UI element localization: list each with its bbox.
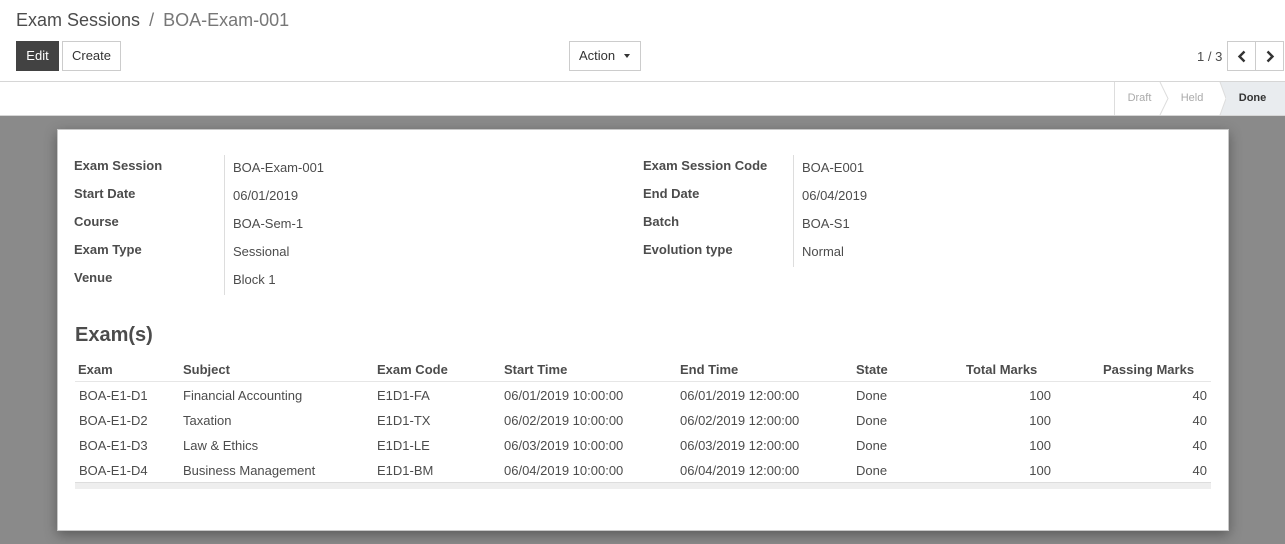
chevron-left-icon (1237, 50, 1246, 63)
venue-value[interactable]: Block 1 (233, 272, 276, 287)
cell-end-time: 06/03/2019 12:00:00 (680, 438, 800, 453)
field-separator (793, 155, 794, 267)
stage-arrow-divider (1214, 82, 1226, 115)
exam-session-value: BOA-Exam-001 (233, 160, 325, 175)
exam-session-code-value: BOA-E001 (802, 160, 865, 175)
column-header-state[interactable]: State (856, 362, 888, 377)
end-date-label: End Date (643, 186, 700, 201)
cell-state: Done (856, 463, 888, 478)
table-row[interactable]: BOA-E1-D4 Business Management E1D1-BM 06… (75, 457, 1211, 482)
cell-exam-code: E1D1-BM (377, 463, 434, 478)
cell-subject: Taxation (183, 413, 232, 428)
evolution-type-value: Normal (802, 244, 844, 259)
cell-state: Done (856, 413, 888, 428)
edit-button[interactable]: Edit (16, 41, 59, 71)
cell-start-time: 06/02/2019 10:00:00 (504, 413, 624, 428)
batch-value[interactable]: BOA-S1 (802, 216, 850, 231)
column-header-exam-code[interactable]: Exam Code (377, 362, 448, 377)
cell-exam-code: E1D1-FA (377, 388, 430, 403)
cell-exam-code: E1D1-TX (377, 413, 431, 428)
cell-passing-marks: 40 (1192, 463, 1207, 478)
stage-arrow-divider (1159, 82, 1169, 115)
cell-passing-marks: 40 (1192, 388, 1207, 403)
cell-subject: Business Management (183, 463, 316, 478)
pager-value[interactable]: 1 / 3 (1197, 49, 1222, 64)
venue-label: Venue (74, 270, 113, 285)
field-separator (224, 155, 225, 295)
cell-passing-marks: 40 (1192, 438, 1207, 453)
cell-total-marks: 100 (1029, 413, 1051, 428)
cell-state: Done (856, 388, 888, 403)
cell-exam-code: E1D1-LE (377, 438, 430, 453)
caret-down-icon (624, 54, 630, 58)
cell-subject: Law & Ethics (183, 438, 259, 453)
cell-total-marks: 100 (1029, 463, 1051, 478)
breadcrumb-separator: / (149, 10, 155, 30)
cell-exam: BOA-E1-D1 (79, 388, 148, 403)
create-button[interactable]: Create (62, 41, 121, 71)
chevron-right-icon (1266, 50, 1275, 63)
evolution-type-label: Evolution type (643, 242, 733, 257)
column-header-end-time[interactable]: End Time (680, 362, 738, 377)
table-row[interactable]: BOA-E1-D2 Taxation E1D1-TX 06/02/2019 10… (75, 407, 1211, 432)
cell-end-time: 06/04/2019 12:00:00 (680, 463, 800, 478)
table-row[interactable]: BOA-E1-D1 Financial Accounting E1D1-FA 0… (75, 382, 1211, 407)
statusbar: Draft Held Done (0, 82, 1285, 116)
table-footer (75, 482, 1211, 489)
control-panel: Exam Sessions / BOA-Exam-001 Edit Create… (0, 0, 1285, 82)
breadcrumb-current: BOA-Exam-001 (163, 10, 290, 30)
stage-done[interactable]: Done (1220, 82, 1285, 115)
column-header-exam[interactable]: Exam (78, 362, 113, 377)
exams-section-title: Exam(s) (75, 324, 153, 346)
cell-exam: BOA-E1-D4 (79, 463, 148, 478)
pager-previous-button[interactable] (1227, 41, 1256, 71)
batch-label: Batch (643, 214, 680, 229)
exam-session-label: Exam Session (74, 158, 163, 173)
cell-exam: BOA-E1-D2 (79, 413, 148, 428)
cell-exam: BOA-E1-D3 (79, 438, 148, 453)
cell-total-marks: 100 (1029, 388, 1051, 403)
cell-end-time: 06/02/2019 12:00:00 (680, 413, 800, 428)
column-header-subject[interactable]: Subject (183, 362, 230, 377)
end-date-value: 06/04/2019 (802, 188, 868, 203)
cell-subject: Financial Accounting (183, 388, 303, 403)
pager-next-button[interactable] (1255, 41, 1284, 71)
cell-start-time: 06/03/2019 10:00:00 (504, 438, 624, 453)
action-dropdown-label: Action (579, 48, 616, 63)
stage-draft[interactable]: Draft (1114, 82, 1164, 115)
cell-total-marks: 100 (1029, 438, 1051, 453)
start-date-value: 06/01/2019 (233, 188, 299, 203)
start-date-label: Start Date (74, 186, 136, 201)
exam-session-code-label: Exam Session Code (643, 158, 768, 173)
column-header-total-marks[interactable]: Total Marks (966, 362, 1037, 377)
column-header-start-time[interactable]: Start Time (504, 362, 567, 377)
cell-start-time: 06/01/2019 10:00:00 (504, 388, 624, 403)
cell-passing-marks: 40 (1192, 413, 1207, 428)
stage-held[interactable]: Held (1164, 82, 1220, 115)
exam-type-label: Exam Type (74, 242, 142, 257)
breadcrumb: Exam Sessions / BOA-Exam-001 (16, 10, 289, 31)
cell-state: Done (856, 438, 888, 453)
course-label: Course (74, 214, 119, 229)
cell-end-time: 06/01/2019 12:00:00 (680, 388, 800, 403)
column-header-passing-marks[interactable]: Passing Marks (1103, 362, 1194, 377)
action-dropdown-button[interactable]: Action (569, 41, 641, 71)
course-value[interactable]: BOA-Sem-1 (233, 216, 303, 231)
table-row[interactable]: BOA-E1-D3 Law & Ethics E1D1-LE 06/03/201… (75, 432, 1211, 457)
cell-start-time: 06/04/2019 10:00:00 (504, 463, 624, 478)
breadcrumb-parent-link[interactable]: Exam Sessions (16, 10, 140, 30)
exam-type-value[interactable]: Sessional (233, 244, 289, 259)
